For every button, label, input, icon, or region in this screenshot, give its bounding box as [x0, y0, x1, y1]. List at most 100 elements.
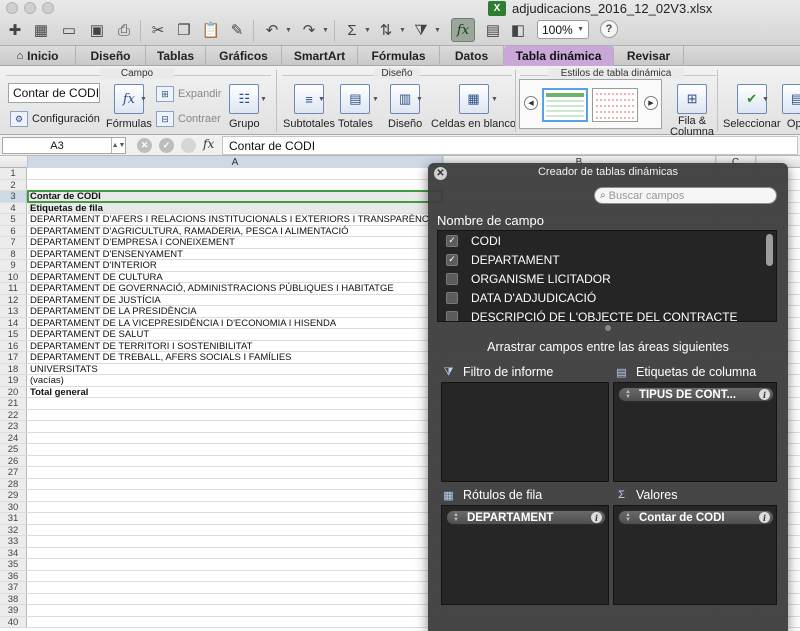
active-field-name-input[interactable]: Contar de CODI [8, 83, 100, 103]
select-all-corner[interactable] [0, 156, 28, 168]
cell-column-a[interactable]: Total general [28, 387, 442, 398]
row-number[interactable]: 28 [0, 478, 27, 489]
column-labels-area[interactable]: ▲ ▼ TIPUS DE CONT... i [613, 382, 777, 482]
redo-icon[interactable]: ↷ [298, 19, 320, 41]
checkbox-unchecked-icon[interactable] [446, 291, 458, 304]
minimize-window-button[interactable] [24, 2, 36, 14]
cell-column-a[interactable] [28, 467, 442, 478]
undo-icon[interactable]: ↶ [261, 19, 283, 41]
cell-column-a[interactable] [28, 594, 442, 605]
redo-dropdown-icon[interactable]: ▼ [322, 27, 329, 34]
row-number[interactable]: 29 [0, 490, 27, 501]
info-icon[interactable]: i [759, 389, 770, 400]
sort-icon[interactable]: ⇅ [375, 19, 397, 41]
tab-revisar[interactable]: Revisar [614, 46, 684, 66]
info-icon[interactable]: i [591, 512, 602, 523]
row-number[interactable]: 19 [0, 375, 27, 386]
cell-column-a[interactable]: DEPARTAMENT DE LA VICEPRESIDÈNCIA I D'EC… [28, 318, 442, 329]
cell-column-a[interactable]: DEPARTAMENT DE JUSTÍCIA [28, 295, 442, 306]
expandir-button[interactable]: ⊞ Expandir [156, 86, 221, 102]
row-number[interactable]: 33 [0, 536, 27, 547]
cell-column-a[interactable] [28, 180, 442, 191]
style-swatch-green[interactable] [542, 88, 588, 122]
cell-column-a[interactable]: UNIVERSITATS [28, 364, 442, 375]
tab-inicio[interactable]: ⌂ Inicio [0, 46, 76, 66]
chevron-down-icon[interactable]: ▼ [416, 96, 423, 103]
cell-column-a[interactable] [28, 502, 442, 513]
formula-builder-toggle-icon[interactable]: fx [451, 18, 475, 42]
field-list-scrollbar[interactable] [766, 234, 773, 266]
checkbox-checked-icon[interactable]: ✓ [446, 234, 458, 247]
cell-column-a[interactable]: DEPARTAMENT D'EMPRESA I CONEIXEMENT [28, 237, 442, 248]
templates-icon[interactable]: ▦ [30, 19, 52, 41]
help-icon[interactable]: ? [600, 20, 618, 38]
open-folder-icon[interactable]: ▭ [58, 19, 80, 41]
column-field-pill[interactable]: ▲ ▼ TIPUS DE CONT... i [618, 387, 774, 402]
cell-column-a[interactable]: DEPARTAMENT DE GOVERNACIÓ, ADMINISTRACIO… [28, 283, 442, 294]
row-number[interactable]: 27 [0, 467, 27, 478]
cell-column-a[interactable] [28, 617, 442, 628]
row-number[interactable]: 13 [0, 306, 27, 317]
paste-icon[interactable]: 📋 [200, 19, 222, 41]
media-browser-icon[interactable]: ◧ [507, 19, 529, 41]
diseno-layout-button[interactable]: ▥ Diseño [388, 84, 422, 130]
tab-smartart[interactable]: SmartArt [282, 46, 358, 66]
row-number[interactable]: 14 [0, 317, 27, 328]
chevron-down-icon[interactable]: ▼ [140, 96, 147, 103]
cell-column-a[interactable] [28, 548, 442, 559]
cell-column-a[interactable]: DEPARTAMENT DE SALUT [28, 329, 442, 340]
row-number[interactable]: 23 [0, 421, 27, 432]
cut-icon[interactable]: ✂ [147, 19, 169, 41]
cell-column-a[interactable]: (vacías) [28, 375, 442, 386]
insert-function-icon[interactable]: fx [203, 137, 214, 151]
row-number[interactable]: 3 [0, 191, 27, 202]
cell-column-a[interactable] [28, 559, 442, 570]
checkbox-checked-icon[interactable]: ✓ [446, 253, 458, 266]
formula-input[interactable]: Contar de CODI [222, 136, 798, 155]
row-number[interactable]: 36 [0, 570, 27, 581]
info-icon[interactable]: i [759, 512, 770, 523]
chevron-down-icon[interactable]: ▼ [762, 96, 769, 103]
close-window-button[interactable] [6, 2, 18, 14]
contraer-button[interactable]: ⊟ Contraer [156, 111, 221, 127]
tab-tablas[interactable]: Tablas [146, 46, 206, 66]
row-labels-area[interactable]: ▲ ▼ DEPARTAMENT i [441, 505, 609, 605]
gallery-previous-icon[interactable]: ◀ [524, 96, 538, 110]
cell-column-a[interactable] [28, 605, 442, 616]
field-list-item[interactable]: ✓ DEPARTAMENT [438, 250, 776, 269]
row-number[interactable]: 20 [0, 386, 27, 397]
cell-column-a[interactable] [28, 168, 442, 179]
field-list-item[interactable]: DESCRIPCIÓ DE L'OBJECTE DEL CONTRACTE [438, 307, 776, 321]
field-list-item[interactable]: DATA D'ADJUDICACIÓ [438, 288, 776, 307]
cell-column-a[interactable] [28, 490, 442, 501]
cell-column-a[interactable]: DEPARTAMENT D'ENSENYAMENT [28, 249, 442, 260]
cell-column-a[interactable]: DEPARTAMENT DE TREBALL, AFERS SOCIALS I … [28, 352, 442, 363]
cell-column-a[interactable]: DEPARTAMENT D'INTERIOR [28, 260, 442, 271]
chevron-down-icon[interactable]: ▼ [372, 96, 379, 103]
cell-column-a[interactable] [28, 513, 442, 524]
sort-dropdown-icon[interactable]: ▼ [399, 27, 406, 34]
autosum-icon[interactable]: Σ [341, 19, 363, 41]
row-number[interactable]: 12 [0, 294, 27, 305]
resize-handle[interactable] [605, 325, 611, 331]
row-number[interactable]: 16 [0, 340, 27, 351]
confirm-entry-icon[interactable]: ✓ [159, 138, 174, 153]
totales-button[interactable]: ▤ Totales [338, 84, 373, 130]
field-list-item[interactable]: ORGANISME LICITADOR [438, 269, 776, 288]
row-number[interactable]: 10 [0, 271, 27, 282]
row-number[interactable]: 34 [0, 547, 27, 558]
print-icon[interactable]: ⎙ [113, 19, 135, 41]
name-box[interactable]: A3 ▲▼ [2, 137, 126, 154]
configuracion-button[interactable]: ⚙ Configuración [10, 111, 100, 127]
tab-diseno[interactable]: Diseño [76, 46, 146, 66]
autosum-dropdown-icon[interactable]: ▼ [364, 27, 371, 34]
save-icon[interactable]: ▣ [86, 19, 108, 41]
row-number[interactable]: 38 [0, 593, 27, 604]
checkbox-unchecked-icon[interactable] [446, 310, 458, 321]
chevron-down-icon[interactable]: ▼ [491, 96, 498, 103]
cell-column-a[interactable]: Etiquetas de fila [28, 202, 442, 213]
seleccionar-button[interactable]: ✔ Seleccionar [723, 84, 780, 130]
value-field-pill[interactable]: ▲ ▼ Contar de CODI i [618, 510, 774, 525]
zoom-window-button[interactable] [42, 2, 54, 14]
undo-dropdown-icon[interactable]: ▼ [285, 27, 292, 34]
